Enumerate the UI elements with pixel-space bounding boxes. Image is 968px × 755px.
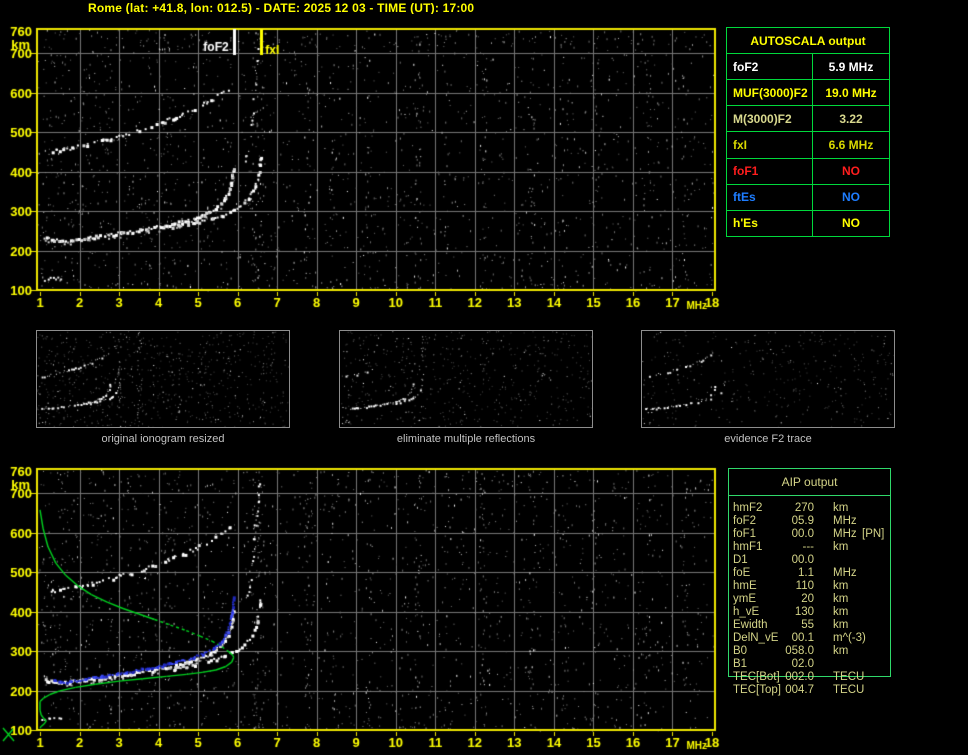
autoscala-table-header: AUTOSCALA output xyxy=(727,28,889,54)
autoscala-table-row: ftEs NO xyxy=(727,184,889,211)
aip-row-value: 00.0 xyxy=(791,528,814,540)
aip-row-label: TEC[Top] xyxy=(733,684,781,696)
aip-row-label: foE xyxy=(733,567,751,579)
aip-row-label: TEC[Bot] xyxy=(733,671,780,683)
autoscala-table-row: fxI 6.6 MHz xyxy=(727,132,889,159)
autoscala-table-row: foF2 5.9 MHz xyxy=(727,54,889,81)
aip-table-row: B1 02.0 xyxy=(733,658,908,671)
ionogram-top-plot xyxy=(0,14,740,316)
aip-row-value: 130 xyxy=(794,606,814,618)
aip-row-label: foF1 xyxy=(733,528,757,540)
thumbnail-caption-evidence: evidence F2 trace xyxy=(724,433,812,445)
thumbnail-caption-eliminate: eliminate multiple reflections xyxy=(396,433,536,445)
thumbnail-original-ionogram xyxy=(36,330,290,428)
autoscala-row-value: 3.22 xyxy=(839,111,863,126)
aip-row-value: 1.1 xyxy=(798,567,814,579)
thumbnail-eliminate-reflections xyxy=(339,330,593,428)
autoscala-row-value: 5.9 MHz xyxy=(828,59,874,74)
aip-row-unit: km xyxy=(833,645,849,657)
aip-row-label: hmF2 xyxy=(733,502,763,514)
aip-row-unit: MHz xyxy=(833,515,857,527)
autoscala-row-value: 6.6 MHz xyxy=(828,137,874,152)
aip-row-value: 00.0 xyxy=(791,554,814,566)
aip-row-value: 00.1 xyxy=(791,632,814,644)
aip-row-value: 55 xyxy=(801,619,814,631)
aip-row-value: 270 xyxy=(794,502,814,514)
aip-row-label: hmF1 xyxy=(733,541,763,553)
aip-table-row: hmF2 270 km xyxy=(733,502,908,515)
aip-table-row: B0 058.0 km xyxy=(733,645,908,658)
aip-row-unit: km xyxy=(833,502,849,514)
autoscala-window: Rome (lat: +41.8, lon: 012.5) - DATE: 20… xyxy=(0,0,968,755)
aip-row-value: 004.7 xyxy=(785,684,814,696)
autoscala-row-value: NO xyxy=(842,216,860,231)
aip-row-unit: km xyxy=(833,619,849,631)
thumbnail-caption-original: original ionogram resized xyxy=(101,433,225,445)
thumbnail-evidence-f2-trace xyxy=(641,330,895,428)
aip-row-unit: MHz xyxy=(833,528,857,540)
page-title: Rome (lat: +41.8, lon: 012.5) - DATE: 20… xyxy=(88,1,475,15)
aip-row-unit: km xyxy=(833,541,849,553)
aip-table-row: foE 1.1 MHz xyxy=(733,567,908,580)
autoscala-row-value: 19.0 MHz xyxy=(825,85,877,100)
aip-row-label: hmE xyxy=(733,580,757,592)
autoscala-table-row: M(3000)F2 3.22 xyxy=(727,106,889,133)
aip-row-value: 110 xyxy=(795,580,814,592)
autoscala-row-label: MUF(3000)F2 xyxy=(727,80,813,106)
aip-row-label: DelN_vE xyxy=(733,632,779,644)
autoscala-row-value: NO xyxy=(842,164,860,179)
autoscala-row-label: foF2 xyxy=(727,54,813,80)
aip-row-value: 05.9 xyxy=(791,515,814,527)
aip-row-label: B1 xyxy=(733,658,748,670)
aip-table-row: foF1 00.0 MHz [PN] xyxy=(733,528,908,541)
autoscala-row-label: foF1 xyxy=(727,158,813,184)
aip-table-row: TEC[Top] 004.7 TECU xyxy=(733,684,908,697)
autoscala-table-row: foF1 NO xyxy=(727,158,889,185)
aip-row-value: 002.0 xyxy=(785,671,814,683)
aip-row-unit: km xyxy=(833,606,849,618)
aip-table-rows: hmF2 270 km foF2 05.9 MHz foF1 00.0 MHz [PN] hmF1 -… xyxy=(733,502,908,697)
aip-row-label: ymE xyxy=(733,593,756,605)
aip-table-row: DelN_vE 00.1 m^(-3) xyxy=(733,632,908,645)
aip-row-label: Ewidth xyxy=(733,619,768,631)
aip-row-unit: km xyxy=(833,580,849,592)
aip-row-label: D1 xyxy=(733,554,748,566)
aip-row-unit: MHz xyxy=(833,567,857,579)
aip-row-value: 02.0 xyxy=(791,658,814,670)
aip-row-unit: TECU xyxy=(833,684,865,696)
aip-row-label: B0 xyxy=(733,645,748,657)
aip-row-label: h_vE xyxy=(733,606,760,618)
autoscala-row-label: h'Es xyxy=(727,210,813,236)
aip-table-row: TEC[Bot] 002.0 TECU xyxy=(733,671,908,684)
aip-row-unit: m^(-3) xyxy=(833,632,866,644)
aip-row-value: 20 xyxy=(801,593,814,605)
autoscala-output-table: AUTOSCALA output foF2 5.9 MHz MUF(3000)F2 1… xyxy=(726,27,890,237)
aip-row-value: --- xyxy=(802,541,815,553)
aip-row-label: foF2 xyxy=(733,515,757,527)
aip-table-row: hmE 110 km xyxy=(733,580,908,593)
aip-table-row: hmF1 --- km xyxy=(733,541,908,554)
aip-table-row: ymE 20 km xyxy=(733,593,908,606)
ionogram-bottom-plot xyxy=(0,454,740,755)
autoscala-row-label: M(3000)F2 xyxy=(727,106,813,132)
aip-row-value: 058.0 xyxy=(785,645,814,657)
autoscala-table-row: h'Es NO xyxy=(727,210,889,236)
aip-table-row: foF2 05.9 MHz xyxy=(733,515,908,528)
aip-table-row: Ewidth 55 km xyxy=(733,619,908,632)
autoscala-row-value: NO xyxy=(842,190,860,205)
autoscala-table-row: MUF(3000)F2 19.0 MHz xyxy=(727,80,889,107)
autoscala-row-label: fxI xyxy=(727,132,813,158)
aip-row-unit: km xyxy=(833,593,849,605)
aip-row-note: [PN] xyxy=(862,528,885,540)
aip-table-row: h_vE 130 km xyxy=(733,606,908,619)
aip-table-header: AIP output xyxy=(729,469,890,496)
autoscala-row-label: ftEs xyxy=(727,184,813,210)
aip-row-unit: TECU xyxy=(833,671,865,683)
aip-table-row: D1 00.0 xyxy=(733,554,908,567)
